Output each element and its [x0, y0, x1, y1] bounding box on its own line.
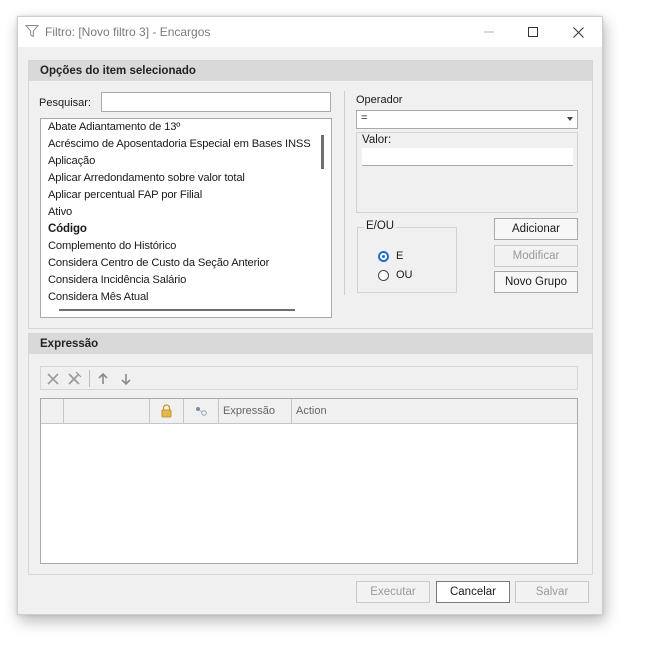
move-down-button[interactable]: [117, 370, 135, 388]
operator-value: =: [361, 112, 368, 124]
modify-button[interactable]: Modificar: [494, 245, 578, 267]
toolbar-separator: [89, 370, 90, 387]
vertical-scrollbar-thumb[interactable]: [321, 135, 324, 169]
search-label: Pesquisar:: [39, 97, 91, 109]
maximize-button[interactable]: [510, 17, 556, 47]
operator-select[interactable]: =: [356, 110, 578, 129]
close-button[interactable]: [555, 17, 601, 47]
expression-toolbar: [40, 366, 578, 390]
value-label: Valor:: [360, 134, 394, 146]
list-item[interactable]: Complemento do Histórico: [41, 238, 331, 255]
horizontal-scrollbar-thumb[interactable]: [59, 309, 295, 311]
delete-all-button[interactable]: [66, 370, 84, 388]
radio-e-label: E: [396, 250, 404, 262]
list-item[interactable]: Aplicar Arredondamento sobre valor total: [41, 170, 331, 187]
minimize-button[interactable]: [466, 17, 512, 47]
grid-col-expression[interactable]: Expressão: [219, 399, 292, 423]
list-item[interactable]: Abate Adiantamento de 13º: [41, 119, 331, 136]
expression-grid[interactable]: Expressão Action: [40, 398, 578, 564]
list-item[interactable]: Aplicação: [41, 153, 331, 170]
add-button[interactable]: Adicionar: [494, 218, 578, 240]
grid-col-action[interactable]: Action: [292, 399, 577, 423]
grid-col-indicator[interactable]: [41, 399, 64, 423]
radio-ou-label: OU: [396, 269, 413, 281]
list-item[interactable]: Aplicar percentual FAP por Filial: [41, 187, 331, 204]
arrow-up-icon: [98, 373, 108, 384]
expression-panel: Expressão Expressão Action: [28, 333, 593, 575]
move-up-button[interactable]: [94, 370, 112, 388]
options-panel: Opções do item selecionado Pesquisar: Ab…: [28, 60, 593, 329]
expression-panel-header: Expressão: [29, 334, 592, 354]
execute-button[interactable]: Executar: [356, 581, 430, 603]
grid-col-connector[interactable]: [184, 399, 219, 423]
delete-all-icon: [68, 371, 82, 385]
list-item[interactable]: Ativo: [41, 204, 331, 221]
new-group-button[interactable]: Novo Grupo: [494, 271, 578, 293]
delete-icon: [47, 373, 59, 385]
horizontal-scrollbar[interactable]: [41, 303, 316, 317]
field-list[interactable]: Abate Adiantamento de 13º Acréscimo de Ap…: [40, 118, 332, 318]
funnel-icon: [25, 25, 39, 38]
grid-header: Expressão Action: [41, 399, 577, 424]
lock-icon: [161, 404, 172, 418]
window-title: Filtro: [Novo filtro 3] - Encargos: [45, 25, 211, 39]
maximize-icon: [528, 27, 538, 37]
eou-label: E/OU: [364, 220, 397, 232]
chevron-down-icon: [567, 117, 573, 121]
dialog-footer: Executar Cancelar Salvar: [18, 576, 602, 614]
value-input[interactable]: [362, 148, 573, 166]
title-bar[interactable]: Filtro: [Novo filtro 3] - Encargos: [18, 17, 602, 47]
field-list-items: Abate Adiantamento de 13º Acréscimo de Ap…: [41, 119, 331, 306]
operator-label: Operador: [356, 94, 403, 106]
arrow-down-icon: [121, 374, 131, 385]
radio-e[interactable]: [378, 251, 389, 262]
cancel-button[interactable]: Cancelar: [436, 581, 510, 603]
radio-ou[interactable]: [378, 270, 389, 281]
grid-col-field[interactable]: [64, 399, 150, 423]
eou-group: E/OU E OU: [357, 220, 457, 293]
list-item[interactable]: Considera Centro de Custo da Seção Anter…: [41, 255, 331, 272]
search-input[interactable]: [101, 92, 331, 112]
minimize-icon: [484, 31, 494, 33]
list-item[interactable]: Considera Incidência Salário: [41, 272, 331, 289]
connector-icon: [196, 407, 207, 416]
filter-dialog: Filtro: [Novo filtro 3] - Encargos Opçõe…: [17, 16, 603, 615]
options-panel-header: Opções do item selecionado: [29, 61, 592, 81]
delete-button[interactable]: [44, 370, 62, 388]
grid-col-lock[interactable]: [150, 399, 184, 423]
value-group: Valor:: [356, 132, 578, 213]
save-button[interactable]: Salvar: [515, 581, 589, 603]
list-item[interactable]: Acréscimo de Aposentadoria Especial em B…: [41, 136, 331, 153]
list-item[interactable]: Código: [41, 221, 331, 238]
close-icon: [572, 26, 584, 38]
vertical-separator: [344, 91, 345, 295]
